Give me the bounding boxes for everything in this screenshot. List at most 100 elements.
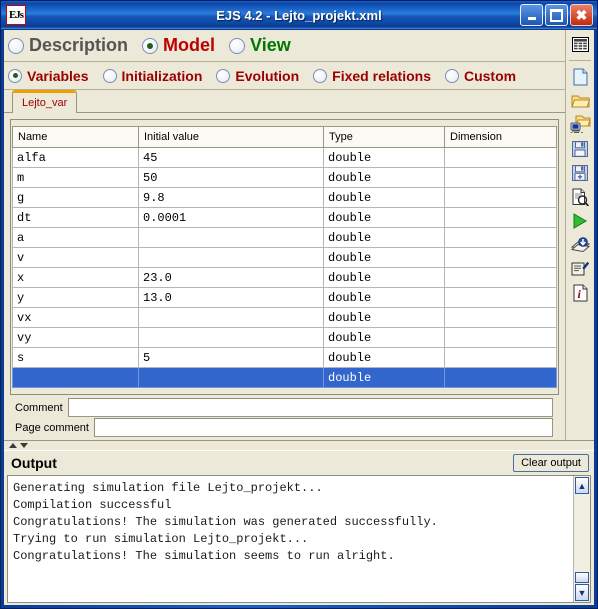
- table-row[interactable]: v double: [12, 247, 557, 268]
- cell-variable-initial-value[interactable]: 9.8: [138, 187, 324, 208]
- cell-variable-dimension[interactable]: [444, 367, 557, 388]
- cell-variable-dimension[interactable]: [444, 147, 557, 168]
- main-tab-view[interactable]: View: [229, 35, 291, 56]
- cell-variable-name[interactable]: m: [12, 167, 139, 188]
- sub-tab-custom[interactable]: Custom: [444, 68, 516, 84]
- cell-variable-name[interactable]: x: [12, 267, 139, 288]
- cell-variable-type[interactable]: double: [323, 287, 445, 308]
- minimize-button[interactable]: [520, 4, 543, 26]
- column-header-dimension[interactable]: Dimension: [444, 126, 557, 148]
- cell-variable-initial-value[interactable]: 13.0: [138, 287, 324, 308]
- cell-variable-name[interactable]: v: [12, 247, 139, 268]
- cell-variable-initial-value[interactable]: 5: [138, 347, 324, 368]
- cell-variable-dimension[interactable]: [444, 347, 557, 368]
- clear-output-button[interactable]: Clear output: [513, 454, 589, 472]
- main-tab-description[interactable]: Description: [8, 35, 128, 56]
- cell-variable-name[interactable]: g: [12, 187, 139, 208]
- table-row[interactable]: dt 0.0001 double: [12, 207, 557, 228]
- page-tab-lejto-var[interactable]: Lejto_var: [12, 90, 78, 113]
- table-row[interactable]: double: [12, 367, 557, 388]
- cell-variable-type[interactable]: double: [323, 267, 445, 288]
- cell-variable-name[interactable]: [12, 367, 139, 388]
- new-file-icon[interactable]: [568, 65, 592, 88]
- panel-splitter[interactable]: [4, 440, 594, 451]
- table-row[interactable]: alfa 45 double: [12, 147, 557, 168]
- cell-variable-type[interactable]: double: [323, 247, 445, 268]
- sub-tab-variables[interactable]: Variables: [8, 68, 89, 84]
- table-view-icon[interactable]: [568, 33, 592, 56]
- column-header-name[interactable]: Name: [12, 126, 139, 148]
- cell-variable-type[interactable]: double: [323, 327, 445, 348]
- output-log[interactable]: Generating simulation file Lejto_projekt…: [8, 476, 573, 602]
- table-row[interactable]: m 50 double: [12, 167, 557, 188]
- cell-variable-initial-value[interactable]: [138, 367, 324, 388]
- table-row[interactable]: s 5 double: [12, 347, 557, 368]
- preview-icon[interactable]: [568, 185, 592, 208]
- comment-input[interactable]: [67, 398, 553, 417]
- cell-variable-type[interactable]: double: [323, 307, 445, 328]
- cell-variable-type[interactable]: double: [323, 227, 445, 248]
- cell-variable-initial-value[interactable]: 50: [138, 167, 324, 188]
- cell-variable-dimension[interactable]: [444, 167, 557, 188]
- cell-variable-initial-value[interactable]: [138, 327, 324, 348]
- sub-tab-evolution[interactable]: Evolution: [216, 68, 299, 84]
- open-folder-icon[interactable]: [568, 89, 592, 112]
- title-bar[interactable]: EJs EJS 4.2 - Lejto_projekt.xml ✖: [1, 1, 597, 29]
- cell-variable-initial-value[interactable]: [138, 307, 324, 328]
- table-row[interactable]: g 9.8 double: [12, 187, 557, 208]
- table-row[interactable]: vx double: [12, 307, 557, 328]
- table-row[interactable]: y 13.0 double: [12, 287, 557, 308]
- cell-variable-name[interactable]: s: [12, 347, 139, 368]
- cell-variable-dimension[interactable]: [444, 247, 557, 268]
- cell-variable-type[interactable]: double: [323, 167, 445, 188]
- cell-variable-initial-value[interactable]: 0.0001: [138, 207, 324, 228]
- cell-variable-dimension[interactable]: [444, 187, 557, 208]
- column-header-type[interactable]: Type: [323, 126, 445, 148]
- package-icon[interactable]: [568, 233, 592, 256]
- cell-variable-dimension[interactable]: [444, 327, 557, 348]
- cell-variable-type[interactable]: double: [323, 147, 445, 168]
- cell-variable-dimension[interactable]: [444, 227, 557, 248]
- cell-variable-dimension[interactable]: [444, 207, 557, 228]
- cell-variable-type[interactable]: double: [323, 187, 445, 208]
- scroll-down-button[interactable]: ▼: [575, 584, 589, 601]
- scrollbar-thumb[interactable]: [575, 572, 589, 583]
- sub-tab-fixed-relations[interactable]: Fixed relations: [313, 68, 431, 84]
- options-icon[interactable]: [568, 257, 592, 280]
- table-row[interactable]: a double: [12, 227, 557, 248]
- scroll-up-button[interactable]: ▲: [575, 477, 589, 494]
- page-comment-input[interactable]: [93, 418, 553, 437]
- cell-variable-type[interactable]: double: [323, 367, 445, 388]
- table-row[interactable]: vy double: [12, 327, 557, 348]
- sub-tab-initialization[interactable]: Initialization: [102, 68, 202, 84]
- maximize-button[interactable]: [545, 4, 568, 26]
- column-header-initial[interactable]: Initial value: [138, 126, 324, 148]
- splitter-down-icon[interactable]: [20, 443, 28, 448]
- search-folder-icon[interactable]: [568, 113, 592, 136]
- cell-variable-initial-value[interactable]: [138, 247, 324, 268]
- cell-variable-name[interactable]: vx: [12, 307, 139, 328]
- cell-variable-name[interactable]: a: [12, 227, 139, 248]
- scrollbar-track[interactable]: [574, 495, 590, 572]
- splitter-up-icon[interactable]: [9, 443, 17, 448]
- cell-variable-name[interactable]: alfa: [12, 147, 139, 168]
- cell-variable-dimension[interactable]: [444, 267, 557, 288]
- cell-variable-name[interactable]: vy: [12, 327, 139, 348]
- cell-variable-initial-value[interactable]: [138, 227, 324, 248]
- cell-variable-initial-value[interactable]: 23.0: [138, 267, 324, 288]
- cell-variable-name[interactable]: y: [12, 287, 139, 308]
- cell-variable-dimension[interactable]: [444, 287, 557, 308]
- cell-variable-type[interactable]: double: [323, 207, 445, 228]
- info-icon[interactable]: i: [568, 281, 592, 304]
- cell-variable-dimension[interactable]: [444, 307, 557, 328]
- close-button[interactable]: ✖: [570, 4, 593, 26]
- cell-variable-type[interactable]: double: [323, 347, 445, 368]
- main-tab-model[interactable]: Model: [142, 35, 215, 56]
- save-as-icon[interactable]: [568, 161, 592, 184]
- save-icon[interactable]: [568, 137, 592, 160]
- table-row[interactable]: x 23.0 double: [12, 267, 557, 288]
- output-scrollbar[interactable]: ▲ ▼: [573, 476, 590, 602]
- run-icon[interactable]: [568, 209, 592, 232]
- cell-variable-name[interactable]: dt: [12, 207, 139, 228]
- cell-variable-initial-value[interactable]: 45: [138, 147, 324, 168]
